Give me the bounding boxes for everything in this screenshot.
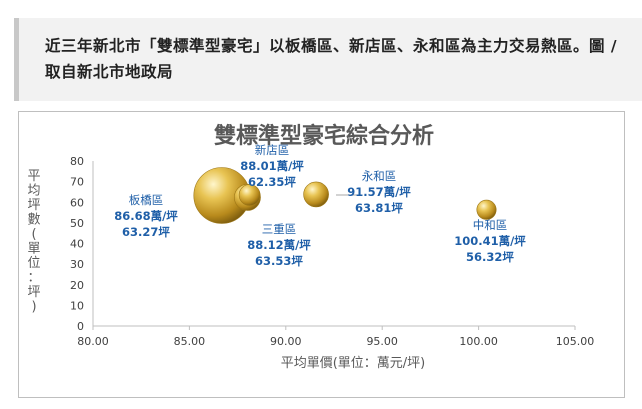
y-axis-title-char: 坪 bbox=[27, 198, 40, 213]
y-axis-title: 平均坪數(單位：坪) bbox=[27, 169, 40, 314]
data-label-新店區: 新店區 88.01萬/坪 62.35坪 bbox=[240, 143, 304, 189]
y-axis-title-char: ： bbox=[27, 270, 40, 285]
y-axis-title-char: ) bbox=[31, 299, 36, 314]
x-tick-label: 80.00 bbox=[77, 335, 109, 348]
y-tick-label: 50 bbox=[70, 217, 84, 230]
y-axis-title-char: ( bbox=[31, 227, 36, 242]
x-tick-label: 85.00 bbox=[174, 335, 206, 348]
bubble-chart: 雙標準型豪宅綜合分析 80.00 85.00 90.00 95.00 100.00 105… bbox=[27, 123, 595, 371]
y-tick-label: 70 bbox=[70, 176, 84, 189]
y-tick-label: 20 bbox=[70, 279, 84, 292]
y-tick-label: 80 bbox=[70, 155, 84, 168]
y-axis-title-char: 平 bbox=[27, 169, 40, 184]
y-axis-title-char: 坪 bbox=[27, 285, 40, 300]
y-tick-label: 40 bbox=[70, 238, 84, 251]
bubble-永和區 bbox=[303, 181, 329, 208]
x-tick-label: 95.00 bbox=[366, 335, 398, 348]
caption-box: 近三年新北市「雙標準型豪宅」以板橋區、新店區、永和區為主力交易熱區。圖 / 取自… bbox=[14, 18, 642, 101]
y-tick-label: 10 bbox=[70, 299, 84, 312]
chart-frame: 雙標準型豪宅綜合分析 80.00 85.00 90.00 95.00 100.00 105… bbox=[18, 111, 625, 398]
data-label-三重區: 三重區 88.12萬/坪 63.53坪 bbox=[247, 222, 311, 268]
y-axis-title-char: 均 bbox=[27, 183, 40, 198]
x-tick-label: 90.00 bbox=[270, 335, 302, 348]
y-axis-title-char: 數 bbox=[27, 212, 40, 227]
x-tick-label: 100.00 bbox=[459, 335, 498, 348]
x-axis-title: 平均單價(單位：萬元/坪) bbox=[281, 356, 426, 371]
y-axis-title-char: 位 bbox=[27, 256, 40, 271]
y-tick-label: 30 bbox=[70, 258, 84, 271]
y-axis-title-char: 單 bbox=[27, 241, 40, 256]
x-tick-label: 105.00 bbox=[556, 335, 595, 348]
chart-title: 雙標準型豪宅綜合分析 bbox=[214, 123, 434, 149]
y-tick-label: 60 bbox=[70, 196, 84, 209]
data-label-中和區: 中和區 100.41萬/坪 56.32坪 bbox=[454, 218, 526, 264]
y-tick-label: 0 bbox=[77, 320, 84, 333]
bubble-中和區 bbox=[476, 199, 497, 220]
caption-text: 近三年新北市「雙標準型豪宅」以板橋區、新店區、永和區為主力交易熱區。圖 / 取自… bbox=[45, 37, 618, 81]
data-label-永和區: 永和區 91.57萬/坪 63.81坪 bbox=[347, 169, 411, 215]
data-label-板橋區: 板橋區 86.68萬/坪 63.27坪 bbox=[114, 193, 178, 239]
